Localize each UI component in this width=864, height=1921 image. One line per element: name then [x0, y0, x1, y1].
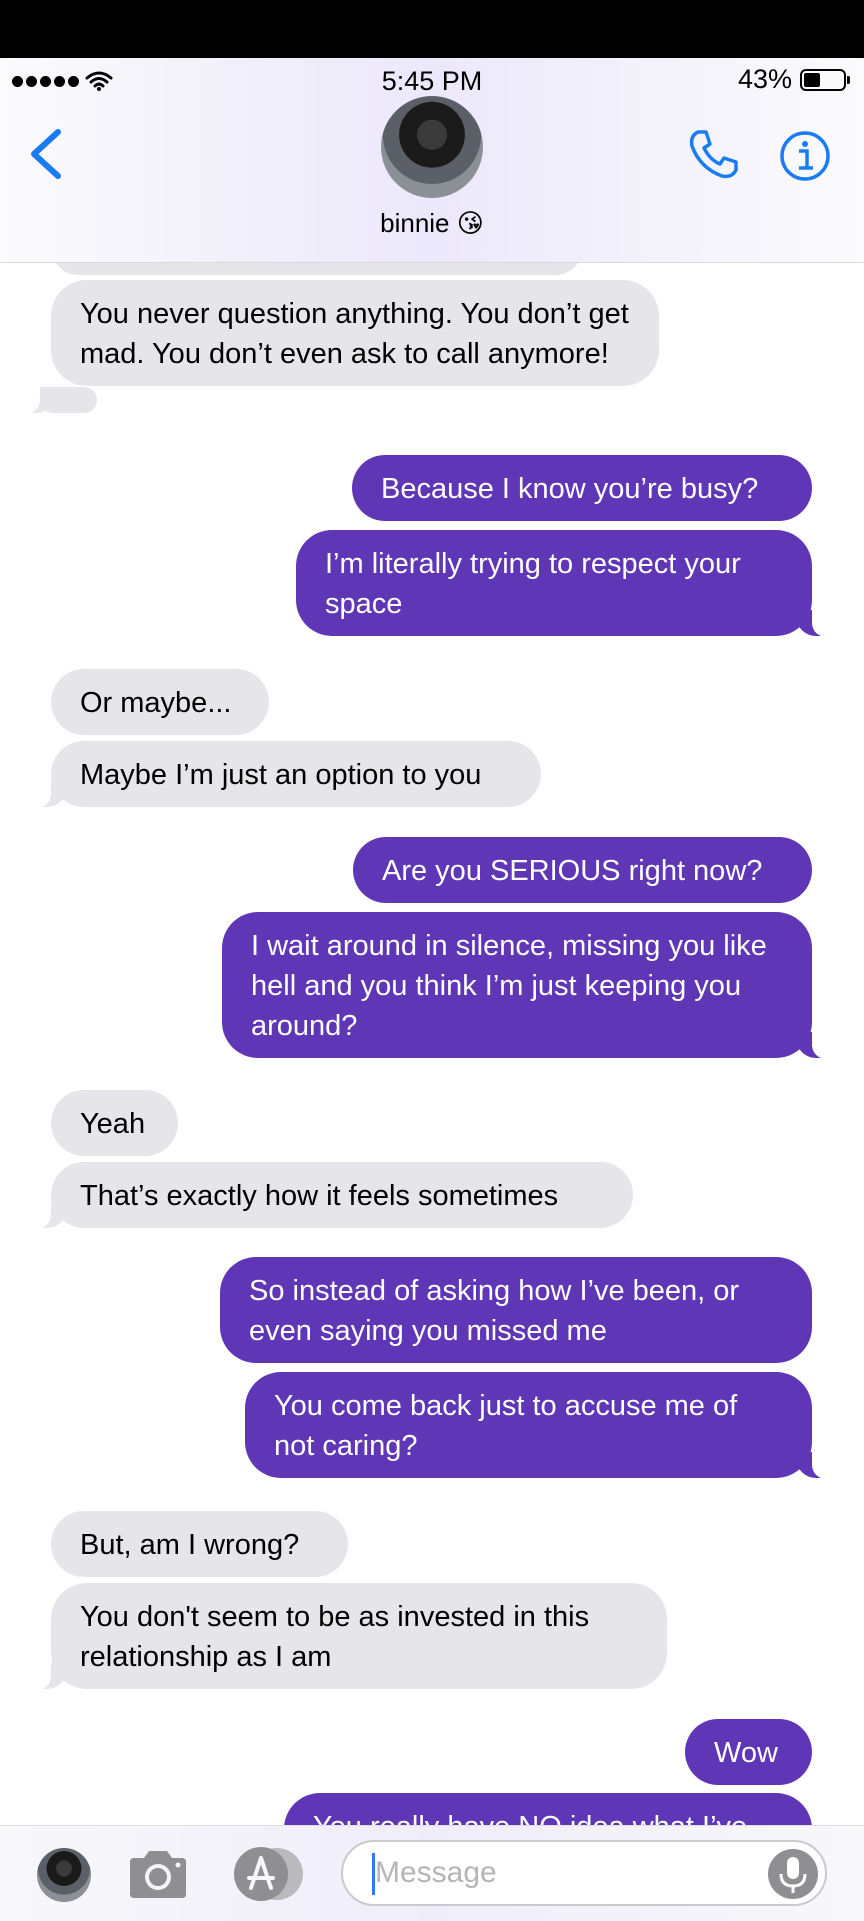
message-input[interactable] [341, 1840, 827, 1906]
message-bubble-outgoing[interactable]: I’m literally trying to respect your spa… [296, 530, 834, 637]
text-cursor [372, 1853, 375, 1895]
message-thread[interactable]: You never question anything. You don’t g… [0, 263, 864, 1825]
microphone-icon[interactable] [767, 1848, 819, 1900]
camera-icon[interactable] [126, 1848, 190, 1900]
message-bubble-outgoing[interactable]: You come back just to accuse me of not c… [245, 1372, 834, 1479]
message-bubble-outgoing[interactable]: Are you SERIOUS right now? [353, 837, 812, 903]
top-black-bar [0, 0, 864, 58]
message-bubble-outgoing[interactable]: You really have NO idea what I’ve [284, 1793, 812, 1825]
partial-bubble [52, 263, 582, 275]
message-bubble-outgoing[interactable]: Wow [685, 1719, 812, 1785]
message-bubble-incoming[interactable]: Maybe I’m just an option to you [29, 741, 541, 808]
back-chevron-icon[interactable] [26, 128, 66, 180]
message-composer [0, 1825, 864, 1921]
app-store-icon[interactable] [231, 1846, 307, 1902]
phone-icon[interactable] [686, 126, 742, 182]
battery-status: 43% [737, 64, 850, 95]
memoji-avatar-button[interactable] [37, 1848, 91, 1902]
message-bubble-incoming[interactable]: Yeah [51, 1090, 178, 1156]
contact-avatar[interactable] [381, 96, 483, 198]
bubble-tail [18, 386, 97, 414]
contact-name[interactable]: binnie 😘 [0, 208, 864, 239]
battery-icon [800, 68, 850, 91]
message-bubble-incoming[interactable]: You never question anything. You don’t g… [51, 280, 659, 386]
message-bubble-outgoing[interactable]: Because I know you’re busy? [352, 455, 812, 521]
status-time: 5:45 PM [381, 66, 483, 96]
info-icon[interactable] [779, 130, 831, 182]
message-bubble-incoming[interactable]: But, am I wrong? [51, 1511, 348, 1577]
message-bubble-outgoing[interactable]: So instead of asking how I’ve been, or e… [220, 1257, 812, 1363]
message-bubble-incoming[interactable]: Or maybe... [51, 669, 269, 735]
message-bubble-incoming[interactable]: You don't seem to be as invested in this… [29, 1583, 667, 1690]
conversation-header: 5:45 PM 43% binnie 😘 [0, 58, 864, 263]
message-bubble-outgoing[interactable]: I wait around in silence, missing you li… [222, 912, 834, 1059]
battery-percent: 43% [737, 64, 792, 94]
message-bubble-incoming[interactable]: That’s exactly how it feels sometimes [29, 1162, 633, 1229]
